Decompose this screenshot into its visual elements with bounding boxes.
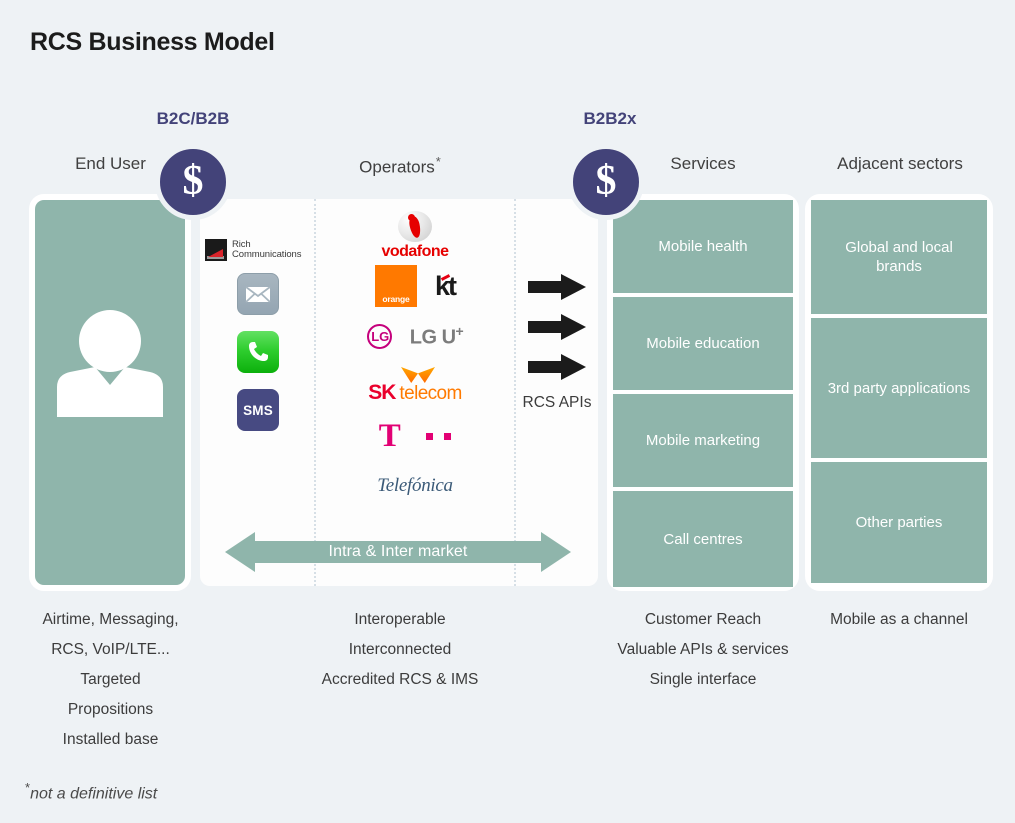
lg-uplus-text: LG U — [409, 326, 456, 349]
column-header-services-label: Services — [670, 154, 736, 173]
end-user-panel — [35, 200, 185, 585]
telefonica-wordmark: Telefónica — [377, 475, 453, 496]
column-header-operators: Operators* — [300, 154, 500, 178]
end-user-apps-column: Rich Communications SMS — [202, 239, 314, 447]
caption-adjacent-sectors: Mobile as a channel — [808, 605, 990, 635]
mail-envelope-icon[interactable] — [237, 273, 279, 315]
orange-and-kt-logo-row: orange kt — [318, 261, 512, 311]
service-box[interactable]: Mobile health — [613, 200, 793, 293]
rich-communications-label-line2: Communications — [232, 249, 302, 260]
page-title: RCS Business Model — [30, 28, 275, 56]
intra-inter-market-label: Intra & Inter market — [328, 543, 468, 560]
caption-line: Interconnected — [348, 641, 452, 658]
t-mobile-dots — [419, 427, 452, 445]
caption-line: Accredited RCS & IMS — [321, 671, 479, 688]
caption-operators: Interoperable Interconnected Accredited … — [300, 605, 500, 695]
rich-communications-label: Rich Communications — [232, 239, 302, 261]
adjacent-sector-box[interactable]: Global and local brands — [811, 200, 987, 314]
divider-dotted-left — [314, 199, 316, 586]
service-box[interactable]: Call centres — [613, 491, 793, 587]
lg-face-icon: LG — [366, 323, 392, 349]
telecom-text: telecom — [399, 383, 462, 404]
adjacent-sector-box[interactable]: 3rd party applications — [811, 318, 987, 458]
lg-uplus-sup: + — [455, 322, 464, 339]
column-header-adjacent-sectors-label: Adjacent sectors — [837, 154, 963, 173]
caption-line: Airtime, Messaging, — [42, 611, 179, 628]
person-icon — [57, 309, 163, 417]
caption-line: Single interface — [649, 671, 757, 688]
caption-line: Valuable APIs & services — [617, 641, 789, 658]
caption-line: Propositions — [67, 701, 154, 718]
orange-logo: orange — [374, 265, 417, 307]
intra-inter-market-arrow: Intra & Inter market — [225, 531, 571, 573]
t-mobile-t-mark: T — [378, 417, 401, 454]
t-mobile-logo: T — [318, 411, 512, 461]
kt-logo: kt — [434, 270, 457, 301]
handset-glyph — [249, 342, 268, 361]
lg-uplus-logo: LG LG U+ — [318, 311, 512, 361]
t-mobile-dot — [444, 433, 452, 440]
caption-line: Customer Reach — [644, 611, 762, 628]
adjacent-sector-box[interactable]: Other parties — [811, 462, 987, 583]
caption-end-user: Airtime, Messaging, RCS, VoIP/LTE... Tar… — [18, 605, 203, 755]
divider-dotted-right — [514, 199, 516, 586]
lg-uplus-wordmark: LG U+ — [409, 322, 464, 350]
vodafone-wordmark: vodafone — [381, 243, 449, 260]
right-arrow-icon — [528, 314, 586, 340]
column-header-operators-label: Operators — [359, 157, 435, 177]
operators-panel: Rich Communications SMS vodafone orange … — [200, 199, 598, 586]
caption-line: Installed base — [62, 731, 159, 748]
caption-line: Interoperable — [354, 611, 446, 628]
sk-telecom-wordmark: SK telecom — [368, 381, 462, 405]
caption-services: Customer Reach Valuable APIs & services … — [608, 605, 798, 695]
dollar-badge-b2c-b2b: $ — [155, 144, 231, 220]
right-arrow-icon — [528, 354, 586, 380]
sms-icon[interactable]: SMS — [237, 389, 279, 431]
footnote: *not a definitive list — [25, 780, 157, 803]
asterisk-marker: * — [435, 154, 441, 169]
orange-wordmark: orange — [382, 294, 410, 304]
sk-butterfly-icon — [401, 367, 435, 383]
badge-label-b2c-b2b: B2C/B2B — [156, 109, 230, 128]
caption-line: Targeted — [80, 671, 141, 688]
phone-handset-icon[interactable] — [237, 331, 279, 373]
services-column: Mobile health Mobile education Mobile ma… — [613, 200, 793, 587]
column-header-adjacent-sectors: Adjacent sectors — [810, 154, 990, 174]
vodafone-logo: vodafone — [318, 211, 512, 261]
column-header-end-user-label: End User — [75, 154, 146, 173]
service-box[interactable]: Mobile marketing — [613, 394, 793, 487]
rich-communications-logo: Rich Communications — [202, 239, 314, 261]
t-mobile-dot — [425, 433, 433, 440]
dollar-badge-b2b2x: $ — [568, 144, 644, 220]
caption-line: RCS, VoIP/LTE... — [51, 641, 170, 658]
dollar-icon: $ — [595, 158, 617, 204]
adjacent-sectors-column: Global and local brands 3rd party applic… — [811, 200, 987, 585]
badge-label-b2b2x: B2B2x — [583, 109, 637, 128]
rcs-apis-group: RCS APIs — [518, 274, 596, 412]
envelope-glyph — [245, 285, 271, 303]
joyn-rich-communications-icon — [205, 239, 227, 261]
footnote-text: not a definitive list — [30, 785, 158, 803]
sk-text: SK — [368, 381, 396, 404]
right-arrow-icon — [528, 274, 586, 300]
operator-logos-column: vodafone orange kt LG LG U+ SK telecom T — [318, 211, 512, 511]
service-box[interactable]: Mobile education — [613, 297, 793, 390]
telefonica-logo: Telefónica — [318, 461, 512, 511]
rcs-apis-label: RCS APIs — [522, 394, 592, 411]
caption-line: Mobile as a channel — [830, 611, 968, 628]
sk-telecom-logo: SK telecom — [318, 361, 512, 411]
dollar-icon: $ — [182, 158, 204, 204]
sms-label: SMS — [243, 402, 273, 418]
vodafone-mark-icon — [398, 211, 432, 242]
